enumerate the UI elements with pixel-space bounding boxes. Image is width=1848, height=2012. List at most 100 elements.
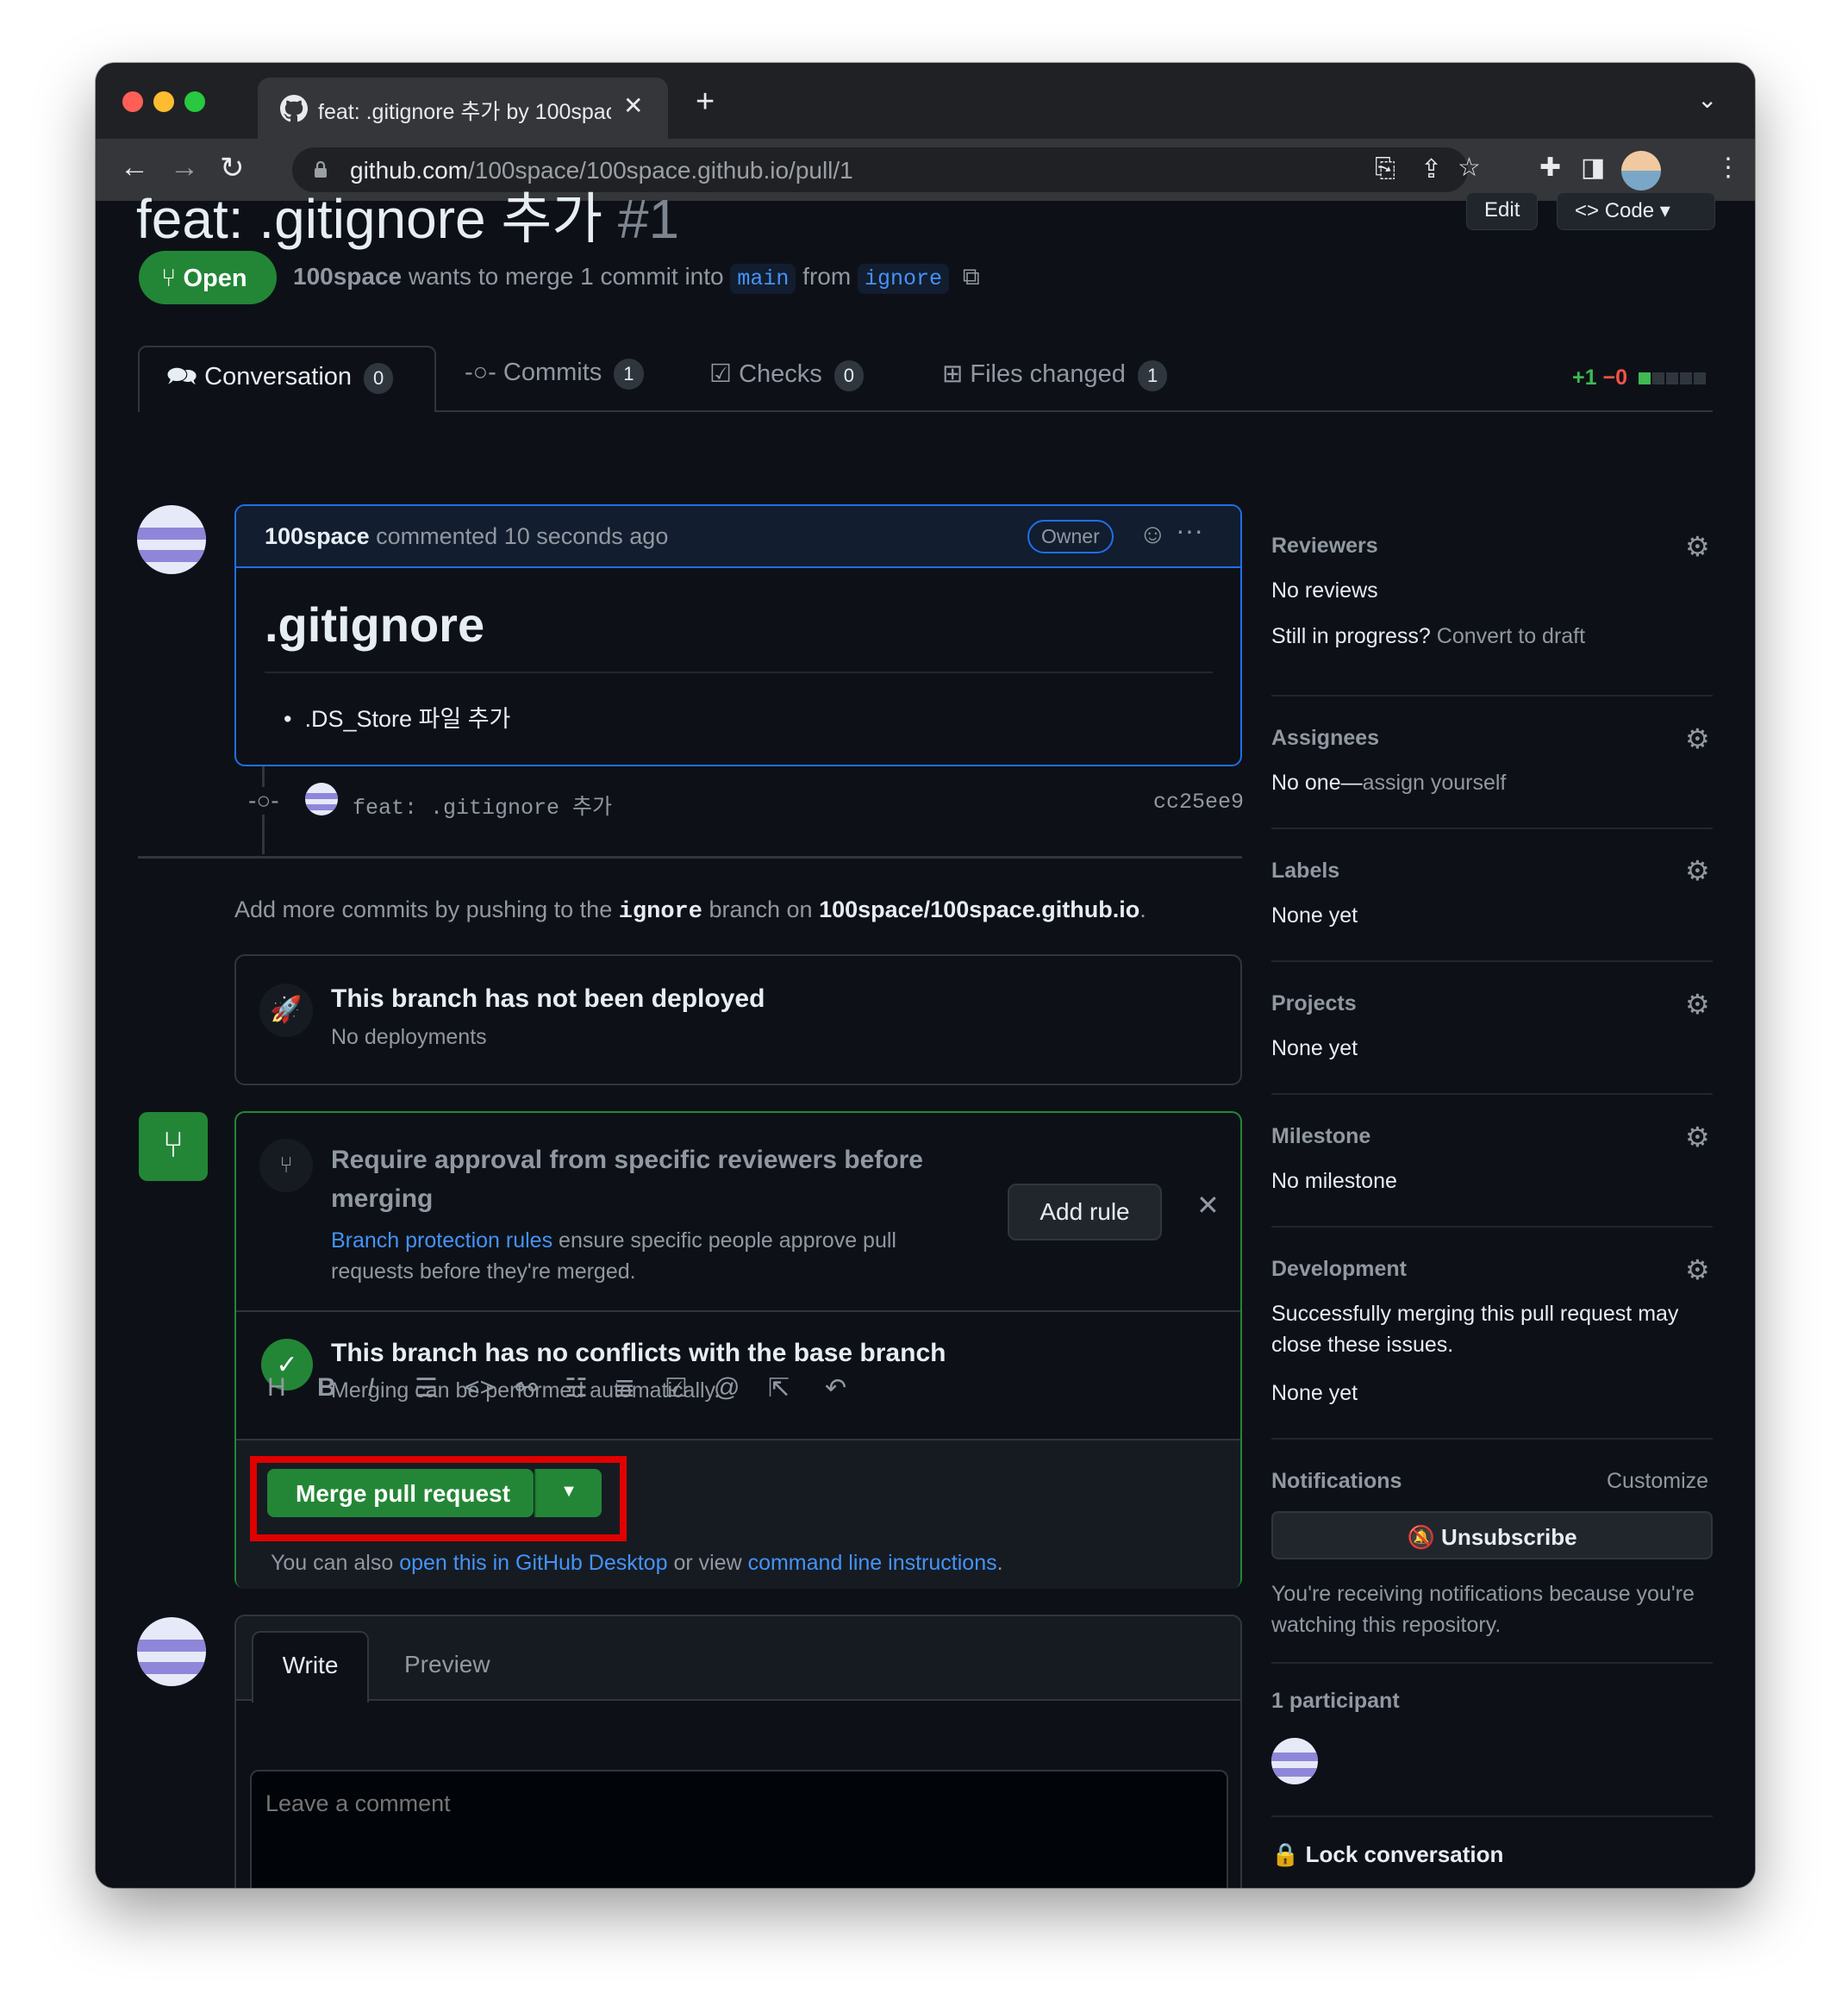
cross-reference-icon[interactable]: ⇱ <box>768 1373 790 1403</box>
quote-icon[interactable]: ☰ <box>415 1373 438 1403</box>
pull-request-icon: ⑂ <box>161 265 177 292</box>
minimize-window-button[interactable] <box>153 91 174 112</box>
milestone-heading[interactable]: Milestone <box>1271 1124 1370 1149</box>
merge-alternatives: You can also open this in GitHub Desktop… <box>271 1551 1003 1576</box>
close-window-button[interactable] <box>122 91 143 112</box>
highlight-box <box>250 1456 627 1541</box>
customize-link[interactable]: Customize <box>1607 1469 1708 1494</box>
copy-icon[interactable]: ⧉ <box>963 263 980 290</box>
diffstat-block <box>1665 372 1678 384</box>
assignees-heading[interactable]: Assignees <box>1271 726 1379 751</box>
tab-files-changed[interactable]: ⊞ Files changed 1 <box>942 359 1168 391</box>
tab-write[interactable]: Write <box>252 1631 369 1703</box>
tab-conversation[interactable]: 🗪 Conversation 0 <box>166 359 394 401</box>
new-tab-icon[interactable]: + <box>696 84 715 121</box>
participant-avatar[interactable] <box>1271 1738 1318 1784</box>
gear-icon[interactable]: ⚙ <box>1685 1253 1710 1286</box>
conflict-check-title: This branch has no conflicts with the ba… <box>331 1339 946 1367</box>
diffstat-block <box>1679 372 1692 384</box>
translate-icon[interactable]: ⎘ <box>1375 154 1395 184</box>
gear-icon[interactable]: ⚙ <box>1685 530 1710 563</box>
commit-message-link[interactable]: feat: .gitignore 추가 <box>353 790 612 821</box>
push-hint-period: . <box>1139 897 1146 922</box>
gear-icon[interactable]: ⚙ <box>1685 1121 1710 1153</box>
add-rule-button[interactable]: Add rule <box>1008 1184 1162 1240</box>
profile-avatar[interactable] <box>1621 151 1661 191</box>
comment-author-link[interactable]: 100space <box>265 523 370 549</box>
task-list-icon[interactable]: ☑ <box>665 1373 688 1403</box>
branch-protection-link[interactable]: Branch protection rules <box>331 1228 553 1253</box>
close-tab-icon[interactable]: ✕ <box>623 91 643 120</box>
bookmark-star-icon[interactable]: ☆ <box>1458 153 1481 183</box>
browser-menu-icon[interactable]: ⋮ <box>1715 153 1741 183</box>
italic-icon[interactable]: I <box>367 1373 374 1403</box>
tab-checks[interactable]: ☑ Checks 0 <box>709 359 865 391</box>
mention-icon[interactable]: @ <box>714 1373 740 1403</box>
lock-conversation-link[interactable]: 🔒 Lock conversation <box>1271 1841 1503 1868</box>
pr-title: feat: .gitignore 추가 #1 <box>136 175 679 254</box>
meta-user-link[interactable]: 100space <box>293 263 402 290</box>
browser-window: feat: .gitignore 추가 by 100spac ✕ + ⌄ ← →… <box>96 63 1755 1888</box>
comment-textarea[interactable] <box>250 1770 1228 1888</box>
head-branch-label[interactable]: ignore <box>857 264 949 294</box>
code-icon[interactable]: <> <box>465 1373 495 1403</box>
avatar[interactable] <box>137 1617 206 1686</box>
gear-icon[interactable]: ⚙ <box>1685 722 1710 755</box>
sidebar-divider <box>1271 1662 1713 1664</box>
comment-timestamp[interactable]: commented 10 seconds ago <box>376 523 668 549</box>
kebab-menu-icon[interactable]: ··· <box>1176 515 1203 547</box>
commit-sha-link[interactable]: cc25ee9 <box>1153 790 1244 815</box>
pr-number: #1 <box>617 188 680 250</box>
notifications-text: watching this repository. <box>1271 1613 1502 1637</box>
assign-yourself-link[interactable]: assign yourself <box>1363 771 1507 795</box>
ordered-list-icon[interactable]: ≣ <box>614 1373 635 1403</box>
merge-box: ⑂ Require approval from specific reviewe… <box>234 1111 1242 1589</box>
development-text: Successfully merging this pull request m… <box>1271 1302 1679 1326</box>
unordered-list-icon[interactable]: ☷ <box>565 1373 588 1403</box>
tab-label: Commits <box>503 359 602 386</box>
reply-icon[interactable]: ↶ <box>825 1373 846 1403</box>
convert-to-draft-link[interactable]: Convert to draft <box>1437 624 1585 648</box>
rule-description: Branch protection rules ensure specific … <box>331 1225 986 1287</box>
link-icon[interactable]: ⚯ <box>515 1373 537 1403</box>
deploy-title: This branch has not been deployed <box>331 984 765 1013</box>
chevron-down-icon[interactable]: ⌄ <box>1697 85 1717 114</box>
command-line-link[interactable]: command line instructions <box>748 1551 997 1575</box>
extensions-icon[interactable]: ✚ <box>1539 153 1561 183</box>
unsubscribe-button[interactable]: 🔕 Unsubscribe <box>1271 1511 1713 1559</box>
gear-icon[interactable]: ⚙ <box>1685 988 1710 1021</box>
smiley-icon[interactable]: ☺ <box>1139 518 1167 550</box>
base-branch-label[interactable]: main <box>730 264 796 294</box>
rule-title: Require approval from specific reviewers… <box>331 1146 923 1213</box>
dismiss-close-icon[interactable]: ✕ <box>1196 1189 1220 1222</box>
tab-preview[interactable]: Preview <box>404 1651 490 1678</box>
heading-icon[interactable]: H <box>267 1373 286 1403</box>
milestone-value: No milestone <box>1271 1169 1397 1193</box>
tab-commits[interactable]: -○- Commits 1 <box>465 359 644 390</box>
heading-divider <box>265 672 1213 673</box>
sidebar-divider <box>1271 1815 1713 1817</box>
edit-button[interactable]: Edit <box>1466 192 1539 230</box>
commit-avatar[interactable] <box>305 783 338 815</box>
browser-tab[interactable]: feat: .gitignore 추가 by 100spac ✕ <box>258 78 668 139</box>
pr-title-text: feat: .gitignore 추가 <box>136 188 603 250</box>
git-merge-icon: ⑂ <box>139 1112 208 1181</box>
development-heading[interactable]: Development <box>1271 1257 1407 1282</box>
sidebar-divider <box>1271 828 1713 829</box>
reviewers-heading[interactable]: Reviewers <box>1271 534 1378 559</box>
zoom-window-button[interactable] <box>184 91 205 112</box>
code-button[interactable]: <> Code ▾ <box>1557 192 1715 230</box>
labels-heading[interactable]: Labels <box>1271 859 1339 884</box>
notifications-text: You're receiving notifications because y… <box>1271 1582 1695 1606</box>
gear-icon[interactable]: ⚙ <box>1685 854 1710 887</box>
share-icon[interactable]: ⇪ <box>1420 154 1442 184</box>
github-desktop-link[interactable]: open this in GitHub Desktop <box>399 1551 667 1575</box>
commit-icon: -○- <box>248 787 279 815</box>
draft-question: Still in progress? <box>1271 624 1431 648</box>
side-panel-icon[interactable]: ◨ <box>1581 153 1605 183</box>
comment-bullet: • .DS_Store 파일 추가 <box>284 706 511 732</box>
projects-heading[interactable]: Projects <box>1271 991 1357 1016</box>
bold-icon[interactable]: B <box>317 1373 336 1403</box>
tab-count: 0 <box>833 360 865 391</box>
avatar[interactable] <box>137 505 206 574</box>
